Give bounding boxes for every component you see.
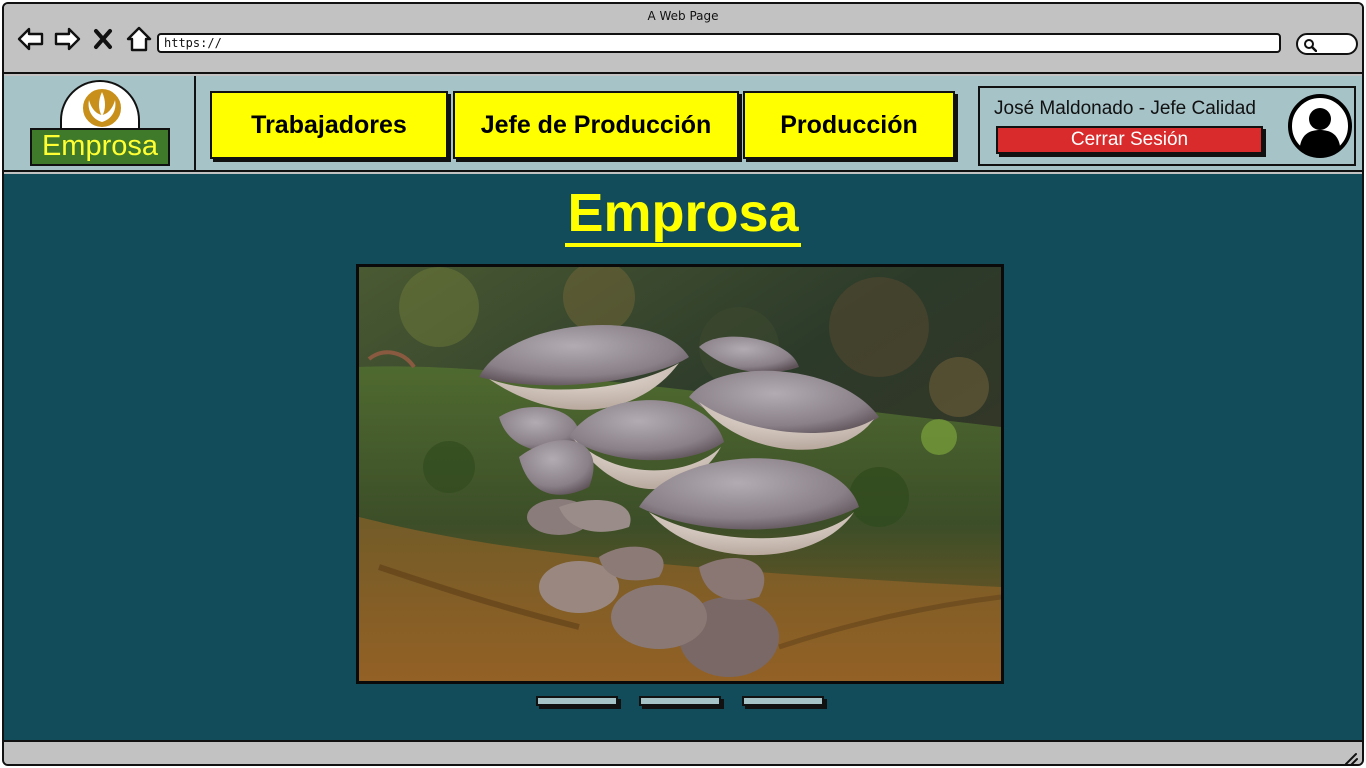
user-panel: José Maldonado - Jefe Calidad Cerrar Ses… bbox=[978, 86, 1356, 166]
main-content: Emprosa bbox=[4, 174, 1362, 742]
search-icon bbox=[1304, 39, 1317, 52]
logo-text: Emprosa bbox=[30, 128, 170, 166]
nav-button-trabajadores[interactable]: Trabajadores bbox=[210, 91, 448, 159]
page-title: Emprosa bbox=[4, 178, 1362, 248]
window-title: A Web Page bbox=[647, 9, 719, 23]
resize-handle-icon[interactable] bbox=[1342, 750, 1358, 766]
home-icon[interactable] bbox=[124, 24, 154, 54]
browser-search-box[interactable] bbox=[1296, 33, 1358, 55]
rebel-alliance-emblem-icon bbox=[83, 89, 121, 127]
browser-nav-controls bbox=[16, 24, 154, 54]
nav-button-produccion[interactable]: Producción bbox=[743, 91, 955, 159]
forward-arrow-icon[interactable] bbox=[52, 24, 82, 54]
site-header: Emprosa Trabajadores Jefe de Producción … bbox=[4, 76, 1362, 172]
user-avatar-icon[interactable] bbox=[1288, 94, 1352, 158]
back-arrow-icon[interactable] bbox=[16, 24, 46, 54]
browser-status-bar bbox=[4, 744, 1362, 766]
carousel-indicator-3[interactable] bbox=[742, 696, 824, 706]
logo-panel[interactable]: Emprosa bbox=[4, 76, 196, 172]
browser-window: A Web Page https:// Emprosa Trabajadores… bbox=[2, 2, 1364, 766]
mushroom-photo bbox=[359, 267, 1001, 681]
logout-button[interactable]: Cerrar Sesión bbox=[996, 126, 1263, 154]
nav-button-jefe-de-produccion[interactable]: Jefe de Producción bbox=[453, 91, 739, 159]
carousel-indicator-2[interactable] bbox=[639, 696, 721, 706]
address-bar[interactable]: https:// bbox=[157, 33, 1281, 53]
page-title-text: Emprosa bbox=[565, 183, 801, 247]
carousel-indicator-1[interactable] bbox=[536, 696, 618, 706]
browser-chrome: A Web Page https:// bbox=[4, 4, 1362, 74]
close-icon[interactable] bbox=[88, 24, 118, 54]
carousel-image bbox=[356, 264, 1004, 684]
user-name-label: José Maldonado - Jefe Calidad bbox=[994, 98, 1256, 119]
